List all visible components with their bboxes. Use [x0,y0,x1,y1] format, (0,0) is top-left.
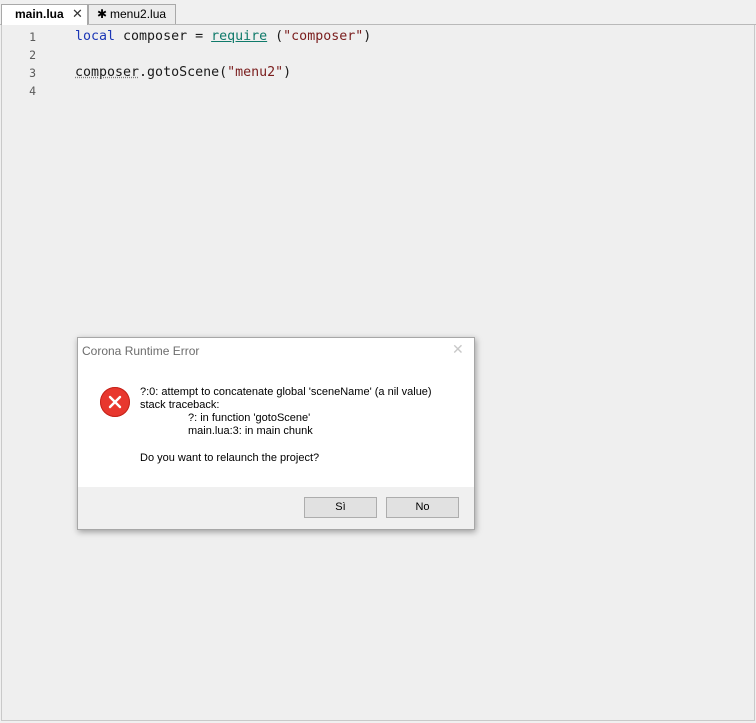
line-number: 2 [29,48,36,62]
variable-token: composer [75,65,140,80]
code-line: 4 [2,82,754,100]
line-number: 3 [29,66,36,80]
message-line: stack traceback: [140,399,220,411]
error-message: ?:0: attempt to concatenate global 'scen… [140,386,432,438]
line-number: 1 [29,30,36,44]
tab-label: menu2.lua [110,7,167,21]
code-token: ) [363,29,372,44]
string-token: "menu2" [227,65,284,80]
string-token: "composer" [283,29,364,44]
message-line: ?:0: attempt to concatenate global 'scen… [140,386,432,398]
relaunch-question: Do you want to relaunch the project? [140,452,320,464]
code-token: .gotoScene( [139,65,228,80]
yes-button[interactable]: Sì [304,497,377,518]
code-token: ( [267,29,284,44]
tab-label: main.lua [15,7,64,21]
keyword-token: local [75,29,116,44]
close-icon[interactable]: ✕ [452,341,464,358]
message-line: ?: in function 'gotoScene' [188,412,311,424]
code-line: 3 composer.gotoScene("menu2") [2,64,754,82]
line-number: 4 [29,84,36,98]
runtime-error-dialog: Corona Runtime Error ✕ ?:0: attempt to c… [77,337,475,530]
no-button[interactable]: No [386,497,459,518]
dialog-footer: Sì No [78,487,474,529]
code-token: composer = [115,29,212,44]
code-text: local composer = require ("composer") [75,28,371,46]
error-icon [100,387,130,417]
unsaved-asterisk-icon: ✱ [97,7,108,21]
function-token: require [211,29,268,44]
dialog-title: Corona Runtime Error [82,344,200,358]
close-icon[interactable]: ✕ [72,4,83,23]
code-line: 2 [2,46,754,64]
tab-bar: main.lua ✕ ✱ menu2.lua [0,0,756,25]
tab-main-lua[interactable]: main.lua ✕ [1,4,88,25]
code-token: ) [283,65,292,80]
code-text: composer.gotoScene("menu2") [75,64,291,82]
code-line: 1 local composer = require ("composer") [2,28,754,46]
tab-menu2-lua[interactable]: ✱ menu2.lua [88,4,176,24]
message-line: main.lua:3: in main chunk [188,425,313,437]
